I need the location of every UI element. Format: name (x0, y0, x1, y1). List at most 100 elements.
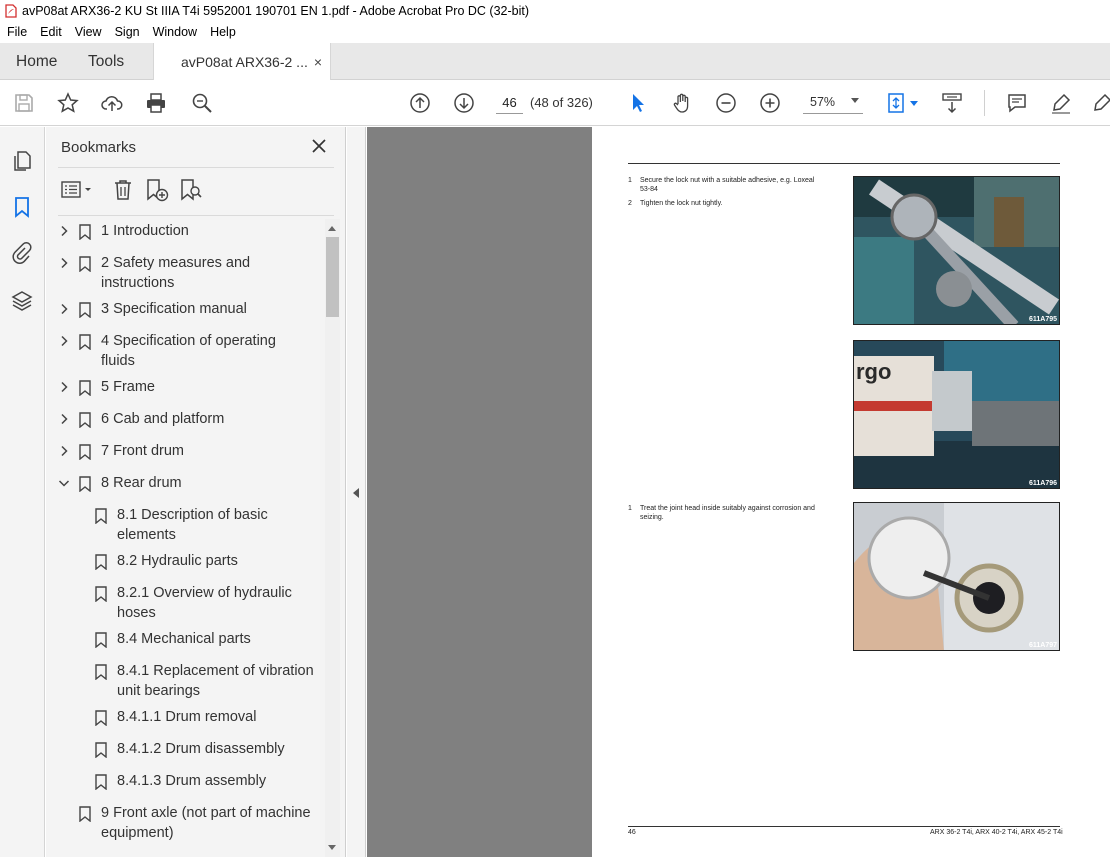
bookmark-options-icon[interactable] (60, 177, 91, 203)
page-number-input[interactable] (496, 91, 523, 114)
bookmark-label-line: unit bearings (117, 683, 201, 699)
bookmark-item[interactable]: 3 Specification manual (46, 299, 326, 325)
zoom-dropdown[interactable]: 57% (803, 91, 863, 114)
bookmark-item[interactable]: 2 Safety measures and instructions (46, 253, 326, 299)
chevron-right-icon[interactable] (58, 381, 70, 393)
menu-help[interactable]: Help (210, 25, 236, 39)
bookmark-item[interactable]: 6 Cab and platform (46, 409, 326, 435)
bookmark-item[interactable]: 8.4.1.1 Drum removal (46, 707, 326, 733)
draw-icon[interactable] (1090, 91, 1110, 115)
print-icon[interactable] (144, 91, 168, 115)
bookmark-icon (79, 412, 91, 429)
divider (58, 167, 334, 168)
menu-view[interactable]: View (75, 25, 102, 39)
bookmark-item[interactable]: 5 Frame (46, 377, 326, 403)
page-thumbnails-icon[interactable] (10, 149, 34, 173)
scroll-up-arrow-icon[interactable] (328, 226, 336, 231)
chevron-down-icon (851, 98, 859, 103)
bookmark-item[interactable]: 8.2.1 Overview of hydraulic hoses (46, 583, 326, 629)
step-text: Secure the lock nut with a suitable adhe… (640, 177, 815, 184)
menu-file[interactable]: File (7, 25, 27, 39)
layers-icon[interactable] (10, 289, 34, 313)
comment-icon[interactable] (1005, 91, 1029, 115)
menu-edit[interactable]: Edit (40, 25, 62, 39)
chevron-down-icon[interactable] (58, 477, 70, 489)
bookmark-label-line: 8.4.1.3 Drum assembly (117, 773, 267, 789)
chevron-right-icon[interactable] (58, 335, 70, 347)
bookmark-label: 4 Specification of operating fluids (101, 331, 276, 371)
prev-page-icon[interactable] (408, 91, 432, 115)
chevron-right-icon[interactable] (58, 257, 70, 269)
select-cursor-icon[interactable] (626, 91, 650, 115)
step-number: 1 (628, 505, 632, 512)
bookmark-item[interactable]: 8.4.1 Replacement of vibration unit beari… (46, 661, 326, 707)
save-icon[interactable] (12, 91, 36, 115)
photo-label: 611A797 (1028, 642, 1057, 649)
bookmark-item[interactable]: 8.1 Description of basic elements (46, 505, 326, 551)
bookmark-item[interactable]: 1 Introduction (46, 221, 326, 247)
tab-document[interactable]: avP08at ARX36-2 ... × (153, 43, 331, 80)
bookmark-icon (95, 586, 107, 603)
bookmark-item[interactable]: 8.4 Mechanical parts (46, 629, 326, 655)
chevron-right-icon[interactable] (58, 445, 70, 457)
scrollbar-thumb[interactable] (326, 237, 339, 317)
star-icon[interactable] (56, 91, 80, 115)
toolbar-separator (984, 90, 985, 116)
bookmark-search-icon[interactable] (178, 177, 204, 203)
bookmark-icon (79, 224, 91, 241)
bookmark-label-line: 8.4.1.1 Drum removal (117, 709, 257, 725)
bookmark-item[interactable]: 8 Rear drum (46, 473, 326, 499)
menu-window[interactable]: Window (153, 25, 197, 39)
bookmark-icon (95, 554, 107, 571)
step-text: seizing. (640, 514, 664, 521)
menu-sign[interactable]: Sign (115, 25, 140, 39)
bookmark-item[interactable]: 8.2 Hydraulic parts (46, 551, 326, 577)
bookmark-label-line: 1 Introduction (101, 223, 189, 239)
hand-tool-icon[interactable] (670, 91, 694, 115)
close-icon[interactable] (310, 137, 328, 155)
bookmark-item[interactable]: 4 Specification of operating fluids (46, 331, 326, 377)
highlight-pen-icon[interactable] (1049, 91, 1073, 115)
zoom-out-icon[interactable] (714, 91, 738, 115)
bookmark-label-line: elements (117, 527, 176, 543)
photo-product-text: rgo (856, 359, 892, 384)
attachments-icon[interactable] (10, 241, 34, 265)
bookmark-panel-icon[interactable] (10, 195, 34, 219)
bookmark-label-line: 8.4 Mechanical parts (117, 631, 251, 647)
bookmark-item[interactable]: 8.4.1.3 Drum assembly (46, 771, 326, 797)
tab-home[interactable]: Home (16, 43, 57, 80)
bookmark-label: 8.4.1.1 Drum removal (117, 707, 256, 727)
bookmark-icon (95, 664, 107, 681)
bookmark-item[interactable]: 9 Front axle (not part of machine equipme… (46, 803, 326, 849)
step-text: 53-84 (640, 186, 658, 193)
zoom-in-icon[interactable] (758, 91, 782, 115)
bookmark-list: 1 Introduction 2 Safety measures and instr… (46, 221, 326, 857)
bookmark-label: 7 Front drum (101, 441, 184, 461)
zoom-search-icon[interactable] (190, 91, 214, 115)
bookmark-item[interactable]: 8.4.1.2 Drum disassembly (46, 739, 326, 765)
bookmark-label-line: 8 Rear drum (101, 475, 182, 491)
delete-bookmark-icon[interactable] (110, 177, 136, 203)
bookmark-label-line: 8.4.1.2 Drum disassembly (117, 741, 285, 757)
chevron-right-icon[interactable] (58, 303, 70, 315)
photo-label: 611A795 (1028, 316, 1057, 323)
tab-bar: Home Tools avP08at ARX36-2 ... × (0, 43, 1110, 80)
next-page-icon[interactable] (452, 91, 476, 115)
bookmark-icon (95, 774, 107, 791)
step-item-continuation: seizing. (640, 513, 840, 522)
chevron-right-icon[interactable] (58, 413, 70, 425)
fit-page-icon[interactable] (884, 91, 908, 115)
bookmark-item[interactable]: 7 Front drum (46, 441, 326, 467)
fit-dropdown-chevron-icon[interactable] (910, 101, 918, 106)
upload-icon[interactable] (100, 91, 124, 115)
scroll-down-arrow-icon[interactable] (328, 845, 336, 850)
collapse-panel-arrow-icon[interactable] (353, 488, 359, 498)
tab-close-icon[interactable]: × (314, 54, 322, 70)
bookmark-label-line: 3 Specification manual (101, 301, 247, 317)
tab-tools[interactable]: Tools (88, 43, 124, 80)
new-bookmark-icon[interactable] (144, 177, 170, 203)
bookmark-label: 3 Specification manual (101, 299, 247, 319)
bookmark-label: 8.1 Description of basic elements (117, 505, 268, 545)
chevron-right-icon[interactable] (58, 225, 70, 237)
read-mode-icon[interactable] (940, 91, 964, 115)
